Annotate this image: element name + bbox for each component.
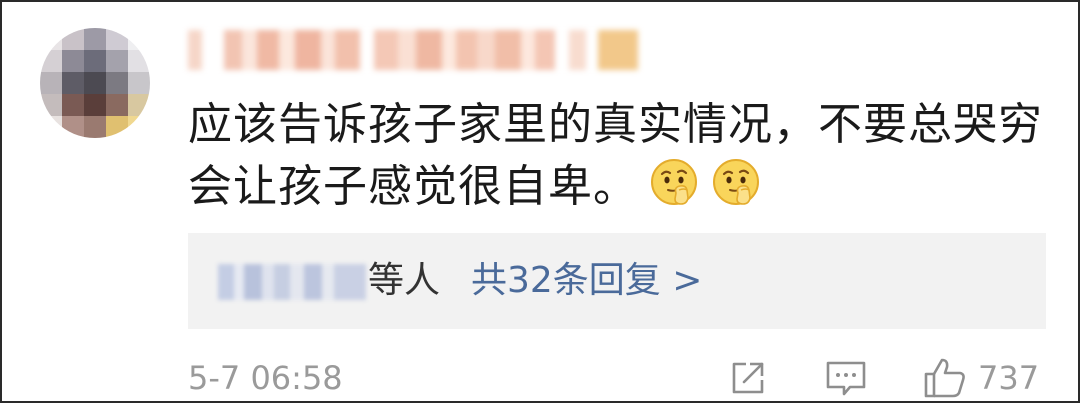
comment-line-2: 会让孩子感觉很自卑。 bbox=[188, 156, 1048, 218]
reply-button[interactable] bbox=[824, 356, 868, 400]
comment-line-1: 应该告诉孩子家里的真实情况，不要总哭穷 bbox=[188, 99, 1043, 150]
comment-timestamp: 5-7 06:58 bbox=[188, 359, 343, 397]
thinking-face-icon bbox=[651, 159, 697, 205]
comment-item: 应该告诉孩子家里的真实情况，不要总哭穷 会让孩子感觉很自卑。 等人 共32条回复… bbox=[2, 2, 1078, 401]
comment-line-2-text: 会让孩子感觉很自卑。 bbox=[188, 161, 638, 212]
username-blurred[interactable] bbox=[188, 30, 638, 70]
share-icon bbox=[732, 362, 764, 394]
like-count: 737 bbox=[978, 359, 1040, 397]
reply-usernames-blurred[interactable] bbox=[218, 264, 366, 300]
view-replies-link[interactable]: 共32条回复 > bbox=[471, 257, 702, 305]
thumbs-up-icon bbox=[924, 358, 965, 398]
thinking-face-icon bbox=[713, 159, 759, 205]
reply-summary-box[interactable]: 等人 共32条回复 > bbox=[188, 233, 1046, 329]
reply-users-suffix: 等人 bbox=[368, 260, 441, 301]
avatar[interactable] bbox=[40, 28, 150, 138]
comment-text: 应该告诉孩子家里的真实情况，不要总哭穷 会让孩子感觉很自卑。 bbox=[188, 94, 1048, 218]
comment-footer: 5-7 06:58 737 bbox=[188, 354, 1048, 402]
like-button[interactable]: 737 bbox=[922, 356, 1039, 400]
comment-icon bbox=[826, 361, 866, 396]
share-button[interactable] bbox=[728, 356, 768, 400]
